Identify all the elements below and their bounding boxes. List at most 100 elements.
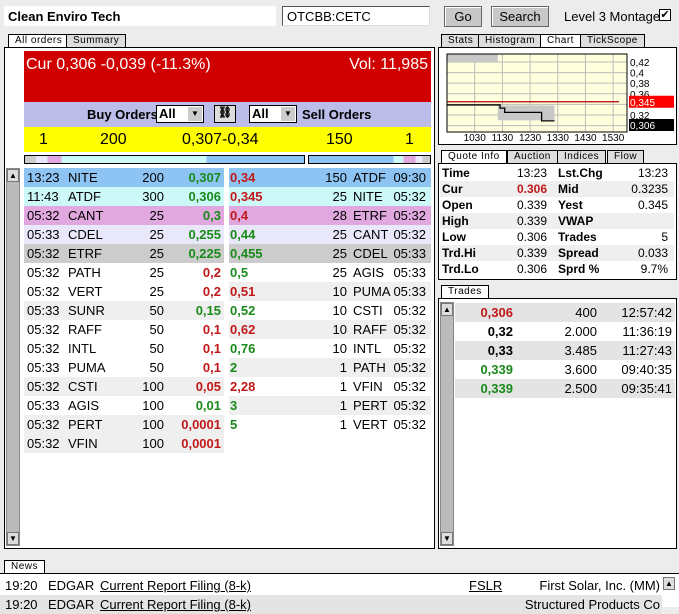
symbol-input[interactable]: OTCBB:CETC (282, 6, 430, 26)
buy-order-row[interactable]: 05:32 ETRF 25 0,225 (24, 244, 224, 263)
order-time: 05:32 (27, 436, 60, 451)
quote-row: Trd.Hi 0.339 Spread 0.033 (440, 245, 674, 261)
sell-order-row[interactable]: 0,5 25 AGIS 05:33 (229, 263, 431, 282)
scroll-down-icon[interactable]: ▼ (441, 532, 453, 545)
buy-order-row[interactable]: 11:43 ATDF 300 0,306 (24, 187, 224, 206)
market-maker: ATDF (353, 170, 386, 185)
buy-order-row[interactable]: 05:33 AGIS 100 0,01 (24, 396, 224, 415)
buy-order-row[interactable]: 05:32 CSTI 100 0,05 (24, 377, 224, 396)
sell-order-row[interactable]: 2 1 PATH 05:32 (229, 358, 431, 377)
tab-indices[interactable]: Indices (557, 150, 607, 163)
trade-time: 11:36:19 (622, 324, 672, 339)
go-button[interactable]: Go (444, 6, 482, 27)
sell-order-row[interactable]: 0,44 25 CANT 05:32 (229, 225, 431, 244)
buy-order-row[interactable]: 13:23 NITE 200 0,307 (24, 168, 224, 187)
tab-all-orders[interactable]: All orders (8, 34, 70, 47)
order-time: 05:33 (393, 265, 426, 280)
order-size: 25 (149, 227, 164, 242)
buy-order-row[interactable]: 05:33 CDEL 25 0,255 (24, 225, 224, 244)
buy-order-row[interactable]: 05:32 CANT 25 0,3 (24, 206, 224, 225)
y-tick-label: 0,4 (630, 69, 644, 80)
link-icon[interactable]: ⛓ (214, 105, 236, 123)
order-time: 05:32 (393, 208, 426, 223)
price-chart: 1030 1130 1230 1330 1430 15300,420,40,380,360… (446, 53, 674, 143)
order-size: 10 (332, 341, 347, 356)
news-scroll-up-icon[interactable]: ▲ (663, 577, 675, 590)
chevron-down-icon: ▼ (188, 107, 202, 121)
tab-news[interactable]: News (4, 560, 46, 573)
scroll-up-icon[interactable]: ▲ (441, 303, 453, 316)
news-row[interactable]: 19:20 EDGAR Current Report Filing (8-k) … (0, 576, 662, 595)
trade-size: 400 (575, 305, 597, 320)
news-headline-link[interactable]: Current Report Filing (8-k) (100, 576, 251, 595)
y-tick-label: 0,38 (630, 79, 650, 90)
order-size: 25 (332, 246, 347, 261)
buy-order-row[interactable]: 05:32 PATH 25 0,2 (24, 263, 224, 282)
scroll-up-icon[interactable]: ▲ (7, 169, 19, 182)
tab-stats[interactable]: Stats (441, 34, 481, 47)
quote-label: Trades (558, 230, 597, 244)
order-time: 05:32 (393, 341, 426, 356)
tab-trades[interactable]: Trades (441, 285, 489, 298)
market-maker: CDEL (353, 246, 388, 261)
market-maker: CDEL (68, 227, 103, 242)
order-size: 25 (332, 265, 347, 280)
tab-histogram[interactable]: Histogram (478, 34, 543, 47)
x-tick-label: 1530 (602, 133, 625, 143)
buy-order-row[interactable]: 05:32 RAFF 50 0,1 (24, 320, 224, 339)
quote-value: 5 (661, 230, 668, 244)
ask-count: 1 (405, 131, 414, 148)
sell-order-row[interactable]: 0,4 28 ETRF 05:32 (229, 206, 431, 225)
filter-bar: Buy Orders All ▼ ⛓ All ▼ Sell Orders (24, 102, 431, 127)
sell-order-row[interactable]: 0,345 25 NITE 05:32 (229, 187, 431, 206)
news-symbol-link[interactable]: FSLR (469, 576, 502, 595)
quote-value: 0.306 (516, 230, 547, 244)
tab-quote-info[interactable]: Quote Info (441, 150, 507, 163)
tab-auction[interactable]: Auction (507, 150, 558, 163)
sell-order-row[interactable]: 0,62 10 RAFF 05:32 (229, 320, 431, 339)
buy-order-row[interactable]: 05:32 VFIN 100 0,0001 (24, 434, 224, 453)
buy-order-row[interactable]: 05:33 PUMA 50 0,1 (24, 358, 224, 377)
sell-order-row[interactable]: 0,51 10 PUMA 05:33 (229, 282, 431, 301)
trades-scrollbar[interactable]: ▲ ▼ (440, 302, 454, 546)
market-maker: NITE (68, 170, 98, 185)
sell-order-row[interactable]: 3 1 PERT 05:32 (229, 396, 431, 415)
buy-order-row[interactable]: 05:33 SUNR 50 0,15 (24, 301, 224, 320)
sell-order-row[interactable]: 0,34 150 ATDF 09:30 (229, 168, 431, 187)
buy-order-row[interactable]: 05:32 VERT 25 0,2 (24, 282, 224, 301)
buy-order-row[interactable]: 05:32 PERT 100 0,0001 (24, 415, 224, 434)
order-book-scrollbar[interactable]: ▲ ▼ (6, 168, 20, 546)
quote-value: 13:23 (516, 166, 547, 180)
order-size: 25 (332, 227, 347, 242)
order-size: 100 (142, 436, 164, 451)
buy-filter-select[interactable]: All ▼ (156, 105, 204, 123)
market-maker: PERT (68, 417, 103, 432)
buy-order-row[interactable]: 05:32 INTL 50 0,1 (24, 339, 224, 358)
quote-label: Open (442, 198, 473, 212)
sell-order-row[interactable]: 2,28 1 VFIN 05:32 (229, 377, 431, 396)
sell-order-row[interactable]: 0,52 10 CSTI 05:32 (229, 301, 431, 320)
sell-filter-value: All (252, 106, 269, 121)
order-time: 05:33 (393, 284, 426, 299)
quote-label: Cur (442, 182, 463, 196)
order-time: 05:32 (27, 246, 60, 261)
ask-size: 150 (326, 131, 353, 148)
search-button[interactable]: Search (491, 6, 549, 27)
scroll-down-icon[interactable]: ▼ (7, 532, 19, 545)
news-row[interactable]: 19:20 EDGAR Current Report Filing (8-k) … (0, 595, 662, 614)
trade-price: 0,339 (480, 362, 513, 377)
sell-order-row[interactable]: 0,455 25 CDEL 05:33 (229, 244, 431, 263)
sell-order-row[interactable]: 0,76 10 INTL 05:32 (229, 339, 431, 358)
sell-order-row[interactable]: 5 1 VERT 05:32 (229, 415, 431, 434)
news-headline-link[interactable]: Current Report Filing (8-k) (100, 595, 251, 614)
tab-tickscope[interactable]: TickScope (580, 34, 645, 47)
market-maker: INTL (353, 341, 382, 356)
order-price: 0,307 (188, 170, 221, 185)
sell-filter-select[interactable]: All ▼ (249, 105, 297, 123)
order-time: 05:33 (27, 398, 60, 413)
order-price: 0,0001 (181, 417, 221, 432)
tab-summary[interactable]: Summary (66, 34, 127, 47)
tab-flow[interactable]: Flow (607, 150, 645, 163)
level3-checkbox[interactable]: ✔ (659, 9, 671, 21)
tab-chart[interactable]: Chart (540, 34, 581, 47)
